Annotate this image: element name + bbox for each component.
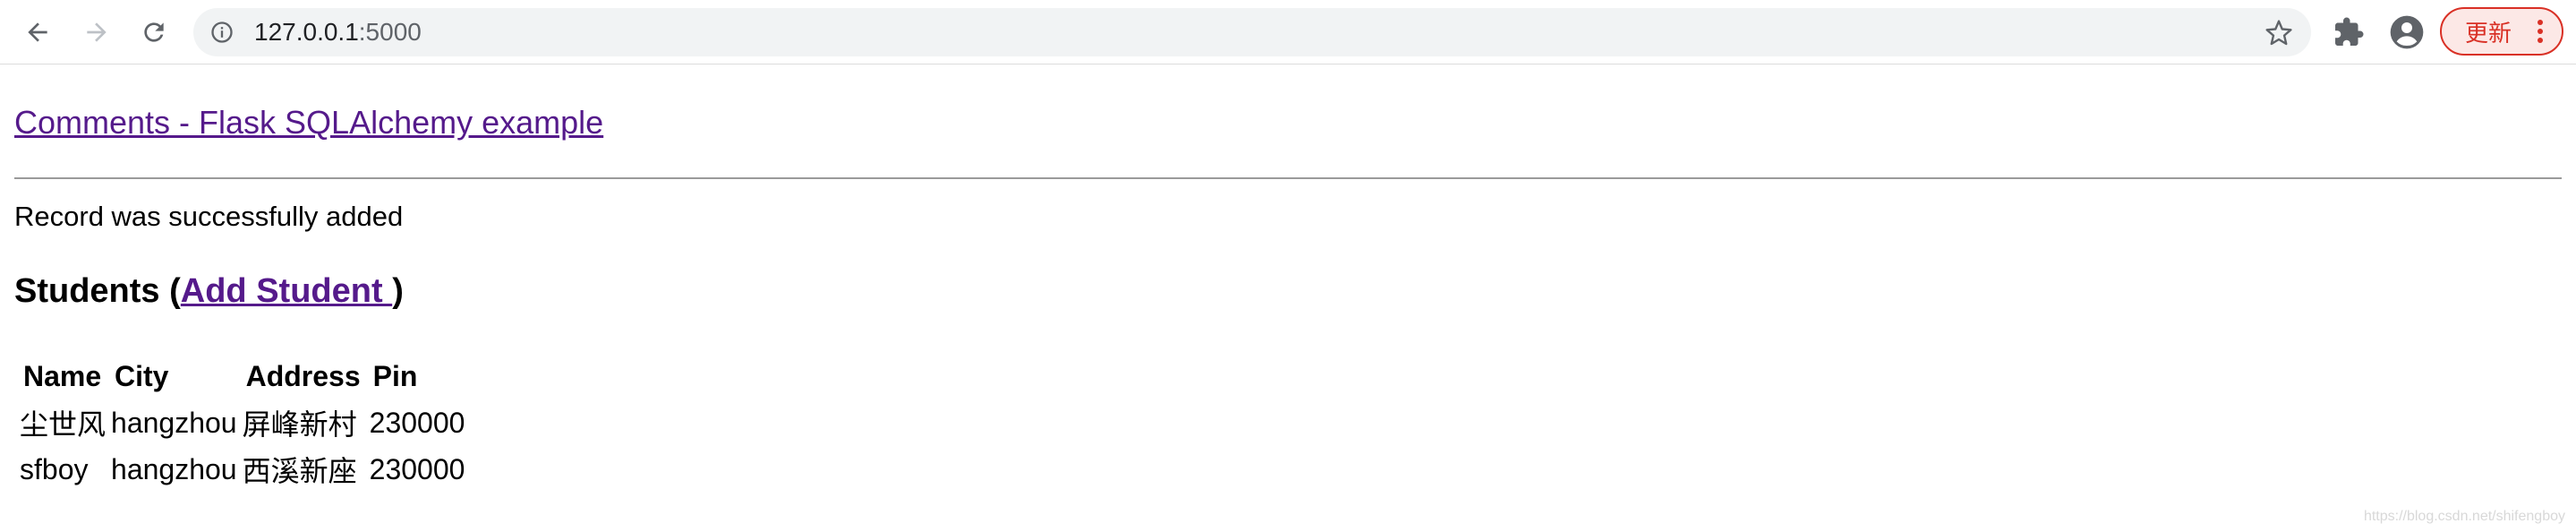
forward-button[interactable]	[79, 14, 115, 50]
column-header-city: City	[115, 359, 169, 392]
address-bar[interactable]: 127.0.0.1:5000	[193, 8, 2311, 56]
table-cell-pin: 230000	[369, 452, 465, 485]
more-vert-icon	[2538, 20, 2543, 43]
reload-button[interactable]	[136, 14, 172, 50]
page-title: Comments - Flask SQLAlchemy example	[14, 104, 603, 142]
table-cell-city: hangzhou	[111, 452, 237, 485]
students-table: Name City Address Pin 尘世风 hangzhou 屏峰新村 …	[14, 351, 470, 494]
update-button[interactable]: 更新	[2440, 7, 2563, 56]
students-heading: Students (Add Student )	[14, 272, 404, 311]
students-heading-suffix: )	[392, 272, 404, 310]
page-title-link[interactable]: Comments - Flask SQLAlchemy example	[14, 104, 603, 141]
back-button[interactable]	[20, 14, 55, 50]
watermark: https://blog.csdn.net/shifengboy	[2363, 509, 2565, 524]
table-header-row: Name City Address Pin	[20, 355, 465, 398]
flash-message: Record was successfully added	[14, 201, 404, 232]
column-header-address: Address	[245, 359, 361, 392]
add-student-link[interactable]: Add Student	[181, 272, 392, 310]
page-content: Comments - Flask SQLAlchemy example Reco…	[0, 64, 2576, 532]
table-cell-name: sfboy	[20, 452, 89, 485]
table-cell-city: hangzhou	[111, 406, 237, 439]
column-header-name: Name	[23, 359, 102, 392]
divider	[14, 177, 2562, 179]
table-cell-name: 尘世风	[20, 408, 107, 441]
reload-icon	[144, 22, 164, 42]
info-icon[interactable]	[209, 20, 235, 45]
table-row: sfboy hangzhou 西溪新座 230000	[20, 448, 465, 491]
students-heading-prefix: Students (	[14, 272, 181, 310]
column-header-pin: Pin	[372, 359, 418, 392]
table-cell-address: 西溪新座	[242, 455, 357, 487]
profile-avatar-icon[interactable]	[2389, 14, 2425, 50]
puzzle-icon[interactable]	[2333, 16, 2365, 48]
url-port: :5000	[358, 18, 422, 46]
star-icon[interactable]	[2265, 19, 2293, 47]
arrow-right-icon	[87, 22, 107, 42]
browser-toolbar: 127.0.0.1:5000 更新	[0, 0, 2576, 64]
url-host: 127.0.0.1	[254, 18, 359, 46]
table-cell-address: 屏峰新村	[242, 408, 357, 441]
arrow-left-icon	[28, 22, 47, 42]
table-cell-pin: 230000	[369, 406, 465, 439]
update-button-label: 更新	[2465, 20, 2512, 47]
table-row: 尘世风 hangzhou 屏峰新村 230000	[20, 401, 465, 444]
url-text[interactable]: 127.0.0.1:5000	[254, 8, 422, 56]
